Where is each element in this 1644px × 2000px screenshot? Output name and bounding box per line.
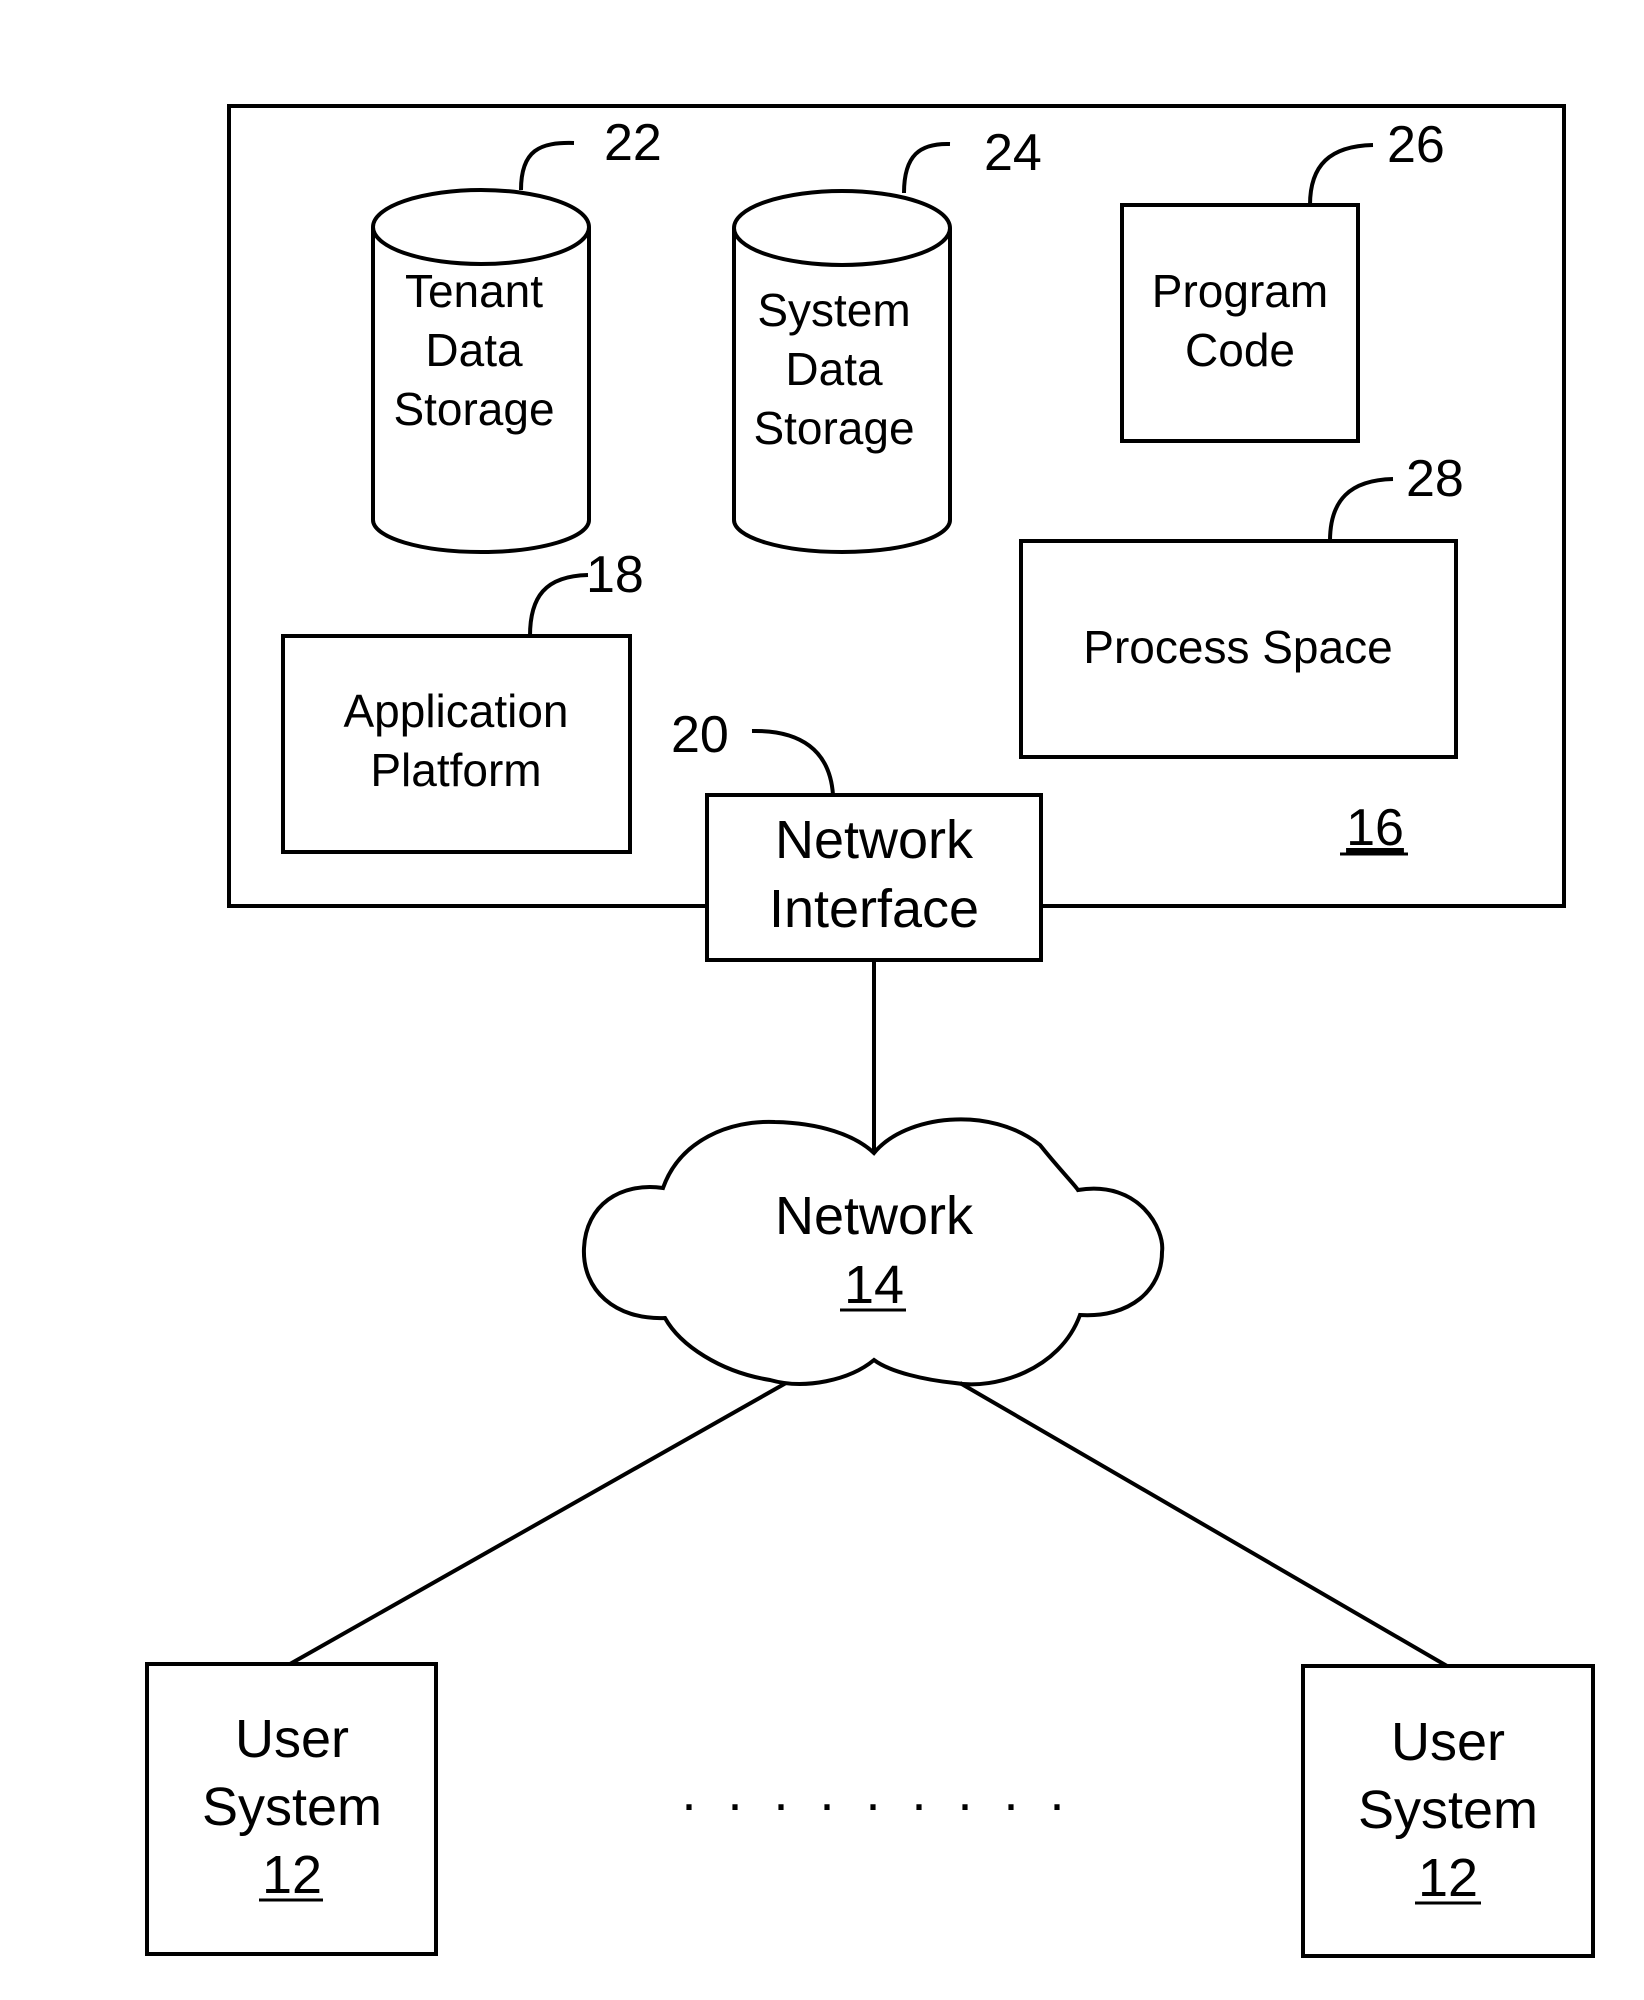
user-system-left-ref: 12 (262, 1845, 322, 1905)
system-data-storage: System Data Storage (732, 189, 952, 554)
tenant-cylinder-top (371, 188, 591, 266)
system-storage-label-line3: Storage (753, 402, 914, 454)
program-code-box (1120, 203, 1360, 443)
network-ref: 14 (844, 1255, 904, 1315)
process-space-ref: 28 (1406, 450, 1464, 508)
tenant-data-storage: Tenant Data Storage (371, 188, 591, 554)
user-system-right-line1: User (1391, 1712, 1505, 1772)
system-storage-label-line1: System (757, 284, 910, 336)
network-to-user-left-line (289, 1381, 787, 1666)
process-space-label: Process Space (1083, 621, 1392, 673)
network-label: Network (775, 1186, 974, 1246)
network-to-user-right-line (958, 1381, 1449, 1668)
system-storage-label-line2: Data (785, 343, 883, 395)
network-interface-ref: 20 (671, 706, 729, 764)
tenant-label-line2: Data (425, 324, 523, 376)
user-system-right-ref: 12 (1418, 1848, 1478, 1908)
tenant-label-line1: Tenant (405, 265, 543, 317)
network-cloud (581, 1117, 1165, 1387)
program-code-line2: Code (1185, 324, 1295, 376)
user-system-left-line2: System (202, 1777, 382, 1837)
application-platform-line1: Application (343, 685, 568, 737)
network-interface-line2: Interface (769, 879, 979, 939)
program-code-ref: 26 (1387, 116, 1445, 174)
network-interface-line1: Network (775, 810, 974, 870)
more-user-systems-ellipsis: . . . . . . . . . (681, 1762, 1072, 1822)
user-system-left-line1: User (235, 1709, 349, 1769)
application-platform-line2: Platform (370, 744, 541, 796)
program-code-line1: Program (1152, 265, 1328, 317)
system-diagram: 16 Tenant Data Storage 22 System Data St… (145, 104, 1595, 1958)
system-ref: 16 (1346, 799, 1404, 857)
system-cylinder-top (732, 189, 952, 267)
system-storage-ref: 24 (984, 124, 1042, 182)
application-platform-ref: 18 (586, 546, 644, 604)
tenant-label-line3: Storage (393, 383, 554, 435)
user-system-right-line2: System (1358, 1780, 1538, 1840)
tenant-ref: 22 (604, 114, 662, 172)
